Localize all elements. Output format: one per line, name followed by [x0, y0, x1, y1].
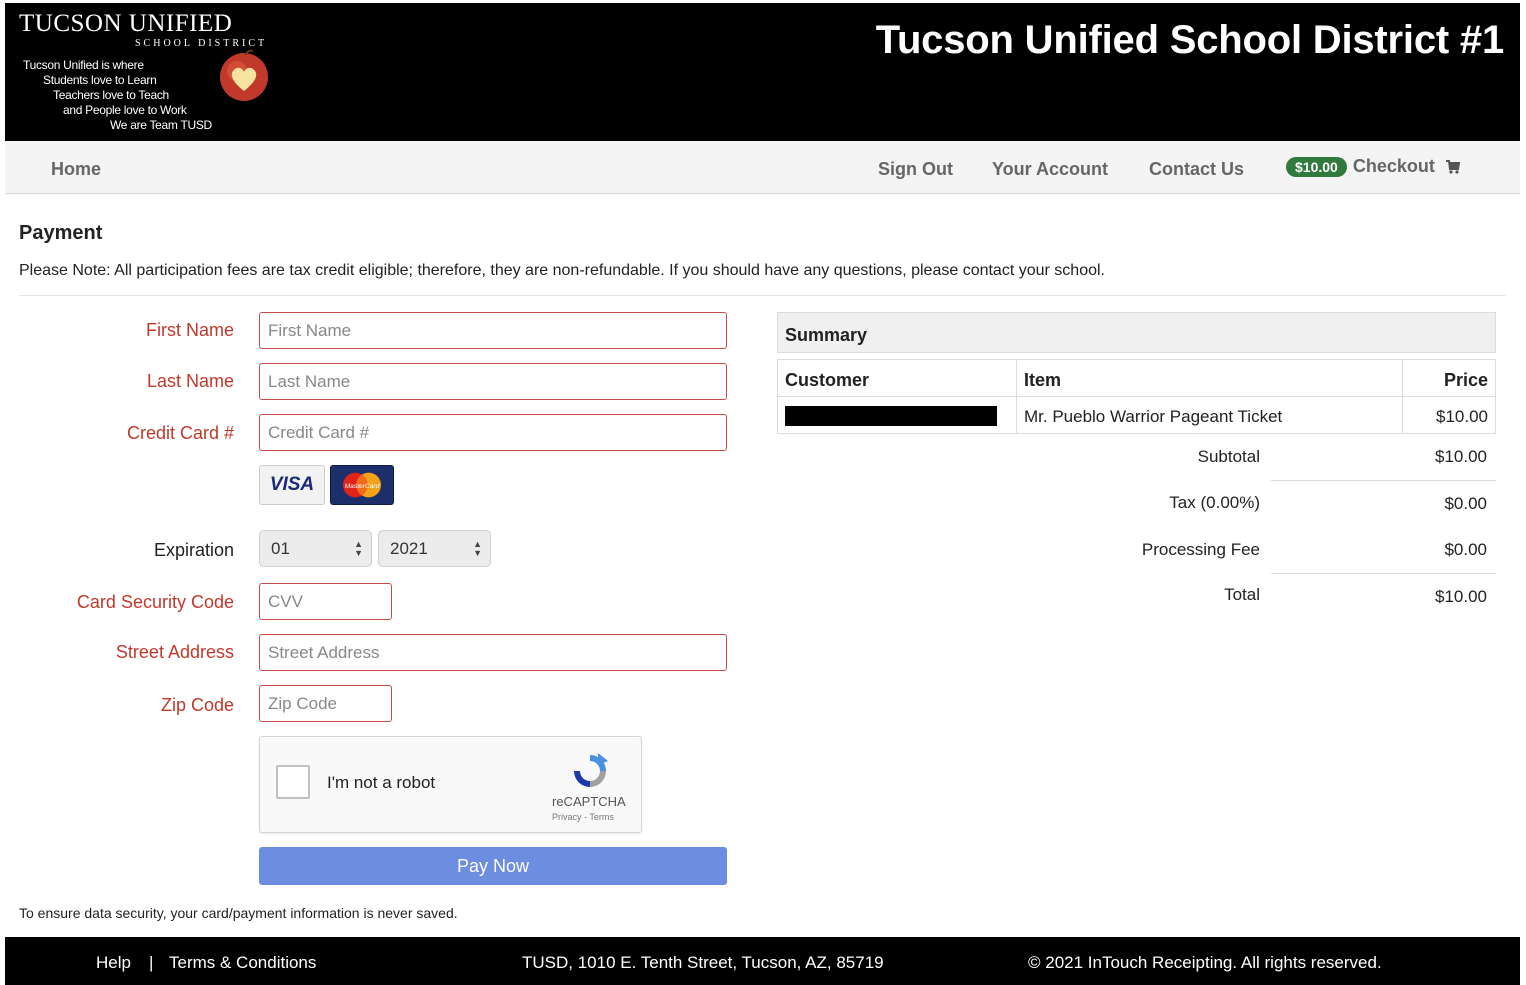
tagline-line: Teachers love to Teach [53, 88, 169, 102]
recaptcha-label: I'm not a robot [327, 773, 436, 792]
nav-contact-us[interactable]: Contact Us [1149, 159, 1244, 180]
cart-total-badge: $10.00 [1286, 156, 1347, 177]
tagline-line: and People love to Work [63, 103, 187, 117]
nav-your-account[interactable]: Your Account [992, 159, 1108, 180]
summary-table: Customer Item Price Mr. Pueblo Warrior P… [777, 359, 1496, 434]
street-address-field[interactable] [259, 634, 727, 671]
table-row: Mr. Pueblo Warrior Pageant Ticket $10.00 [778, 397, 1495, 434]
nav-checkout[interactable]: $10.00 Checkout [1286, 156, 1461, 177]
expiration-month-select[interactable]: 01 ▲ ▼ [259, 530, 372, 567]
last-name-label: Last Name [146, 371, 234, 391]
recaptcha-icon [574, 753, 608, 787]
footer-terms-link[interactable]: Terms & Conditions [169, 953, 316, 973]
processing-fee-value: $0.00 [1444, 540, 1487, 559]
column-header-price: Price [1443, 370, 1488, 390]
column-header-item: Item [1017, 360, 1403, 397]
footer-help-link[interactable]: Help [96, 953, 131, 973]
cvv-field[interactable] [259, 583, 392, 620]
summary-heading: Summary [777, 312, 1496, 353]
expiration-year-value: 2021 [390, 538, 428, 558]
logo-tagline: Tucson Unified is where Students love to… [23, 58, 212, 133]
site-header: TUCSON UNIFIED SCHOOL DISTRICT Tucson Un… [5, 3, 1520, 141]
total-value: $10.00 [1435, 587, 1487, 606]
site-title: Tucson Unified School District #1 [875, 18, 1505, 62]
tax-value: $0.00 [1444, 494, 1487, 513]
select-arrows-icon: ▲ ▼ [473, 539, 482, 558]
customer-cell [778, 397, 1017, 434]
expiration-label: Expiration [153, 540, 234, 560]
nav-sign-out[interactable]: Sign Out [878, 159, 953, 180]
zip-code-label: Zip Code [160, 695, 234, 715]
subtotal-label: Subtotal [1197, 447, 1260, 466]
select-arrows-icon: ▲ ▼ [354, 539, 363, 558]
tagline-line: We are Team TUSD [110, 118, 212, 132]
footer-address: TUSD, 1010 E. Tenth Street, Tucson, AZ, … [522, 953, 884, 972]
pay-now-button[interactable]: Pay Now [259, 847, 727, 885]
expiration-month-value: 01 [271, 538, 290, 558]
first-name-field[interactable] [259, 312, 727, 349]
shopping-cart-icon [1445, 159, 1461, 174]
table-header-row: Customer Item Price [778, 360, 1495, 397]
totals-divider [1271, 573, 1496, 574]
logo-title: TUCSON UNIFIED [19, 10, 233, 37]
recaptcha-terms-link[interactable]: Privacy - Terms [552, 812, 614, 822]
tagline-line: Students love to Learn [43, 73, 157, 87]
recaptcha-widget: I'm not a robot reCAPTCHA Privacy - Term… [259, 736, 642, 833]
refund-note: Please Note: All participation fees are … [19, 262, 1105, 279]
visa-icon: VISA [259, 465, 325, 505]
nav-home[interactable]: Home [51, 159, 101, 180]
page-frame: TUCSON UNIFIED SCHOOL DISTRICT Tucson Un… [5, 3, 1520, 985]
footer-copyright: © 2021 InTouch Receipting. All rights re… [1028, 953, 1382, 972]
processing-fee-label: Processing Fee [1141, 540, 1260, 559]
mastercard-icon: MasterCard [330, 465, 394, 505]
district-logo[interactable]: TUCSON UNIFIED SCHOOL DISTRICT Tucson Un… [19, 11, 279, 136]
subtotal-value: $10.00 [1435, 447, 1487, 466]
site-footer: Help | Terms & Conditions TUSD, 1010 E. … [5, 937, 1520, 985]
security-note: To ensure data security, your card/payme… [19, 905, 458, 921]
mastercard-text: MasterCard [345, 483, 380, 490]
total-label: Total [1224, 585, 1260, 604]
totals-divider [1271, 480, 1496, 481]
expiration-year-select[interactable]: 2021 ▲ ▼ [378, 530, 491, 567]
top-nav: Home Sign Out Your Account Contact Us $1… [5, 141, 1520, 194]
recaptcha-brand: reCAPTCHA [552, 794, 626, 809]
divider [19, 295, 1506, 296]
column-header-customer: Customer [778, 360, 1017, 397]
footer-separator: | [149, 953, 154, 972]
item-cell: Mr. Pueblo Warrior Pageant Ticket [1017, 397, 1403, 434]
apple-heart-icon [220, 49, 268, 101]
tagline-line: Tucson Unified is where [23, 58, 144, 72]
last-name-field[interactable] [259, 363, 727, 400]
tax-label: Tax (0.00%) [1169, 493, 1260, 512]
street-address-label: Street Address [115, 642, 234, 662]
zip-code-field[interactable] [259, 685, 392, 722]
credit-card-label: Credit Card # [126, 423, 234, 443]
credit-card-field[interactable] [259, 414, 727, 451]
price-cell: $10.00 [1436, 407, 1488, 426]
checkout-label: Checkout [1352, 156, 1435, 176]
page-title: Payment [19, 222, 103, 244]
recaptcha-checkbox[interactable] [276, 765, 310, 799]
redacted-customer-name [785, 406, 997, 426]
cvv-label: Card Security Code [76, 592, 234, 612]
first-name-label: First Name [145, 320, 234, 340]
